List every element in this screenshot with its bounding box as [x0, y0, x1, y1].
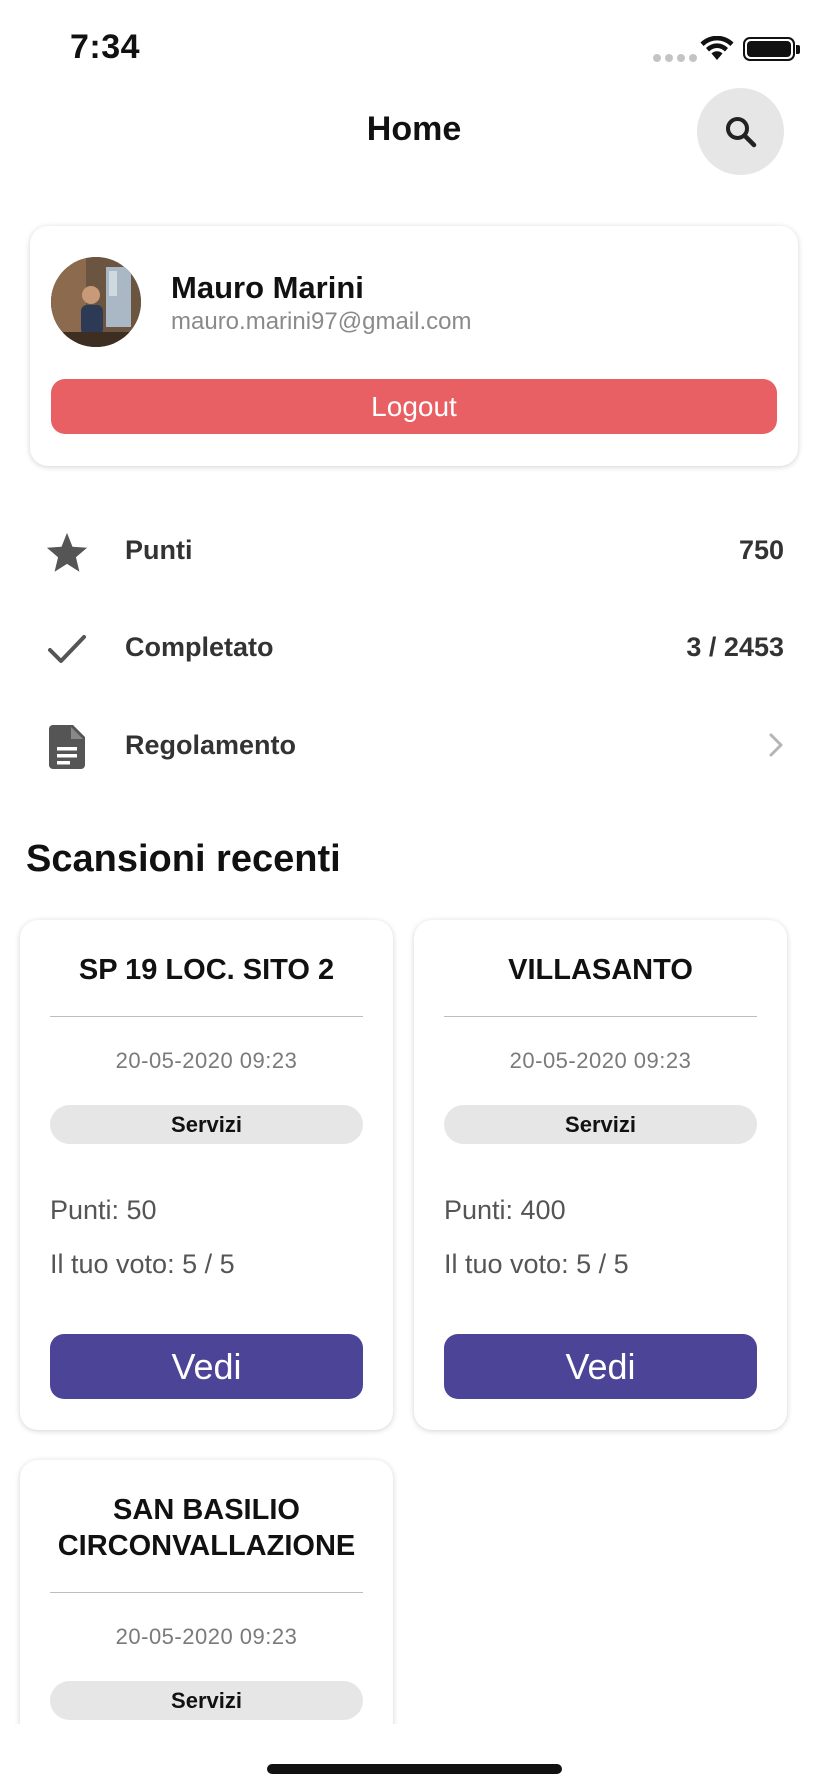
- chevron-right-icon: [768, 732, 784, 763]
- rules-label: Regolamento: [125, 730, 297, 760]
- scan-date: 20-05-2020 09:23: [115, 1624, 298, 1649]
- divider: [50, 1016, 363, 1017]
- scan-points: Punti: 400: [444, 1195, 566, 1225]
- scan-card: VILLASANTO 20-05-2020 09:23 Servizi Punt…: [414, 920, 787, 1430]
- avatar: [51, 257, 141, 347]
- scan-vote: Il tuo voto: 5 / 5: [444, 1249, 629, 1279]
- app-screen: 7:34 Home Mauro Marini mauro.marini97@gm…: [0, 0, 828, 1724]
- scan-date: 20-05-2020 09:23: [509, 1048, 692, 1073]
- scan-card-title: VILLASANTO: [508, 954, 693, 986]
- scan-vote: Il tuo voto: 5 / 5: [50, 1249, 235, 1279]
- rules-row[interactable]: Regolamento: [0, 706, 828, 786]
- category-badge: Servizi: [50, 1105, 363, 1144]
- user-email: mauro.marini97@gmail.com: [171, 308, 472, 335]
- search-button[interactable]: [697, 88, 784, 175]
- stat-value: 3 / 2453: [686, 632, 784, 662]
- scan-card: SAN BASILIO CIRCONVALLAZIONE 20-05-2020 …: [20, 1460, 393, 1724]
- document-icon: [44, 724, 90, 770]
- stat-label: Punti: [125, 535, 193, 565]
- battery-icon: [743, 37, 800, 61]
- stat-row-points: Punti 750: [0, 511, 828, 591]
- logout-button[interactable]: Logout: [51, 379, 777, 434]
- star-icon: [44, 529, 90, 575]
- scan-points: Punti: 50: [50, 1195, 157, 1225]
- category-badge: Servizi: [444, 1105, 757, 1144]
- status-time: 7:34: [70, 28, 141, 66]
- scan-card-title: SAN BASILIO CIRCONVALLAZIONE: [57, 1494, 356, 1562]
- home-indicator[interactable]: [267, 1764, 562, 1774]
- cellular-signal-icon: [653, 54, 697, 62]
- checkmark-icon: [44, 626, 90, 672]
- scan-card-title: SP 19 LOC. SITO 2: [78, 954, 335, 986]
- stat-value: 750: [738, 535, 784, 565]
- divider: [444, 1016, 757, 1017]
- view-button[interactable]: Vedi: [444, 1334, 757, 1399]
- scan-card: SP 19 LOC. SITO 2 20-05-2020 09:23 Servi…: [20, 920, 393, 1430]
- profile-card: Mauro Marini mauro.marini97@gmail.com Lo…: [30, 226, 798, 466]
- category-badge: Servizi: [50, 1681, 363, 1720]
- search-icon: [725, 116, 756, 147]
- stat-label: Completato: [125, 632, 274, 662]
- user-name: Mauro Marini: [171, 270, 364, 305]
- section-title: Scansioni recenti: [26, 838, 341, 880]
- scan-date: 20-05-2020 09:23: [115, 1048, 298, 1073]
- view-button[interactable]: Vedi: [50, 1334, 363, 1399]
- divider: [50, 1592, 363, 1593]
- stat-row-completed: Completato 3 / 2453: [0, 608, 828, 688]
- status-bar: 7:34: [0, 0, 828, 100]
- wifi-icon: [700, 36, 734, 60]
